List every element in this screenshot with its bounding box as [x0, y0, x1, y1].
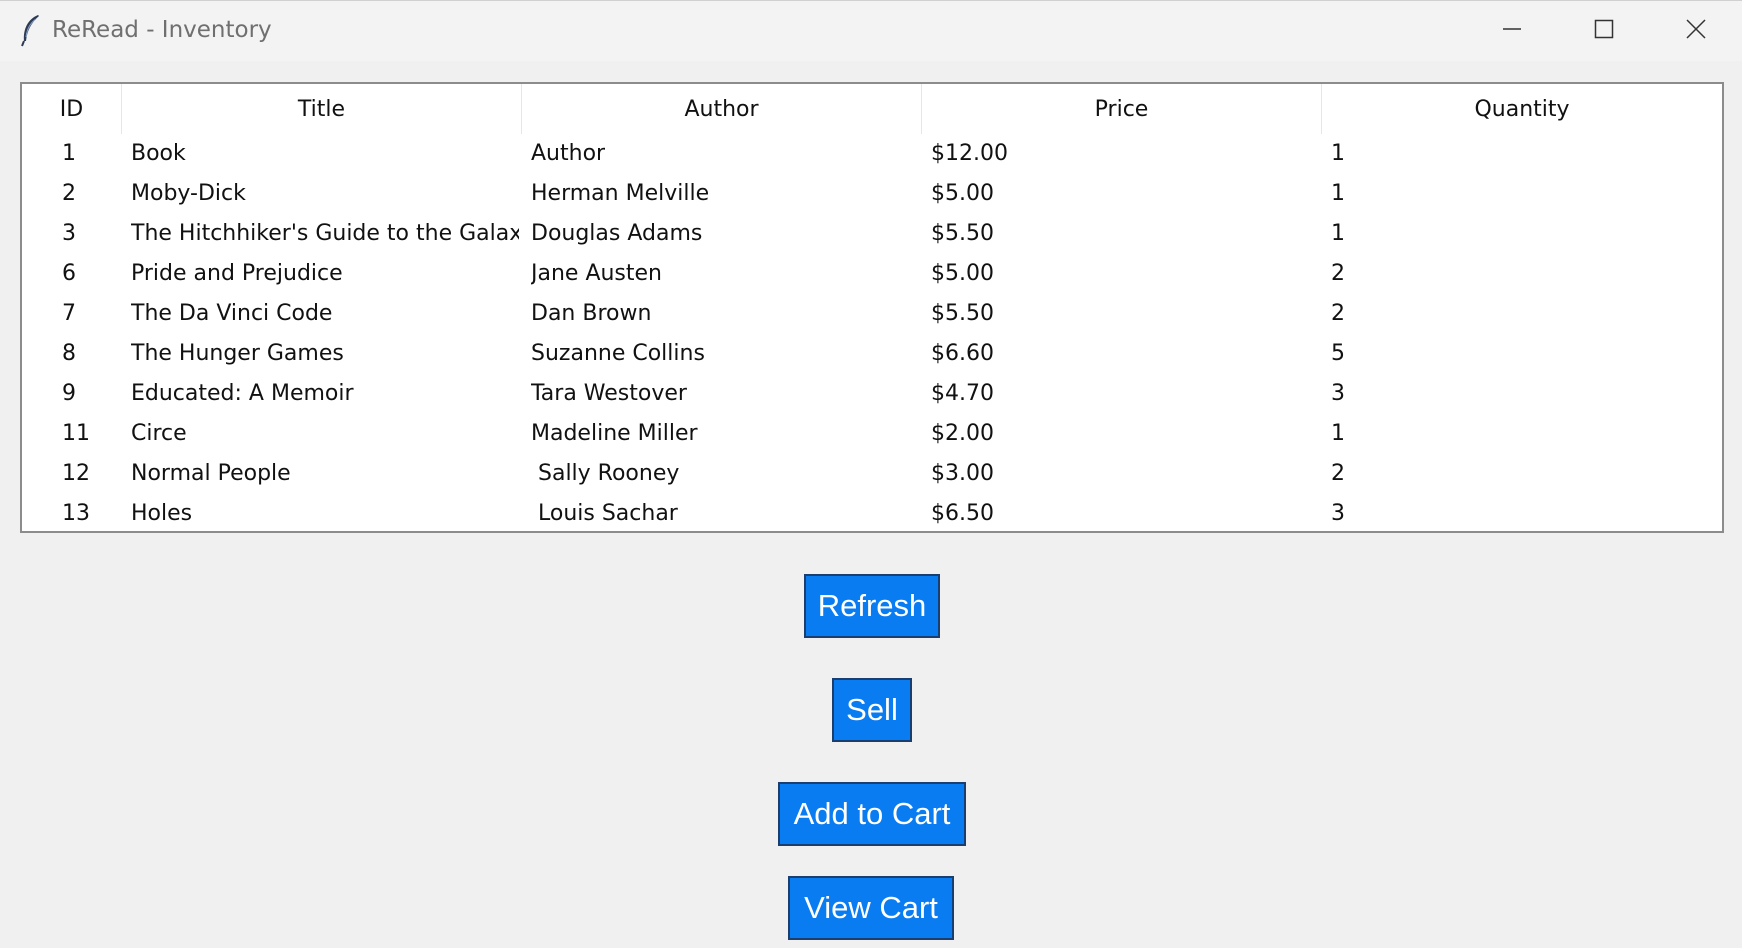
cell-quantity: 3: [1331, 381, 1345, 406]
column-header-quantity[interactable]: Quantity: [1322, 84, 1722, 134]
cell-title: The Da Vinci Code: [131, 301, 333, 326]
maximize-button[interactable]: [1558, 1, 1650, 61]
table-row[interactable]: 9 Educated: A Memoir Tara Westover $4.70…: [22, 374, 1722, 414]
cell-id: 7: [62, 301, 76, 326]
cell-quantity: 2: [1331, 461, 1345, 486]
table-row[interactable]: 3 The Hitchhiker's Guide to the Galaxy D…: [22, 214, 1722, 254]
column-header-author[interactable]: Author: [522, 84, 922, 134]
window-title: ReRead - Inventory: [52, 17, 272, 43]
cell-id: 12: [62, 461, 90, 486]
cell-title: Circe: [131, 421, 187, 446]
cell-title: Normal People: [131, 461, 291, 486]
cell-id: 3: [62, 221, 76, 246]
cell-id: 11: [62, 421, 90, 446]
cell-author: Author: [531, 141, 606, 166]
cell-quantity: 5: [1331, 341, 1345, 366]
cell-author: Tara Westover: [531, 381, 687, 406]
table-row[interactable]: 12 Normal People Sally Rooney $3.00 2: [22, 454, 1722, 494]
cell-quantity: 1: [1331, 181, 1345, 206]
cell-price: $6.50: [931, 501, 994, 526]
app-window: ReRead - Inventory ID Title Author Price…: [0, 0, 1742, 948]
cell-title: Pride and Prejudice: [131, 261, 343, 286]
cell-title: Book: [131, 141, 186, 166]
cell-author: Sally Rooney: [531, 461, 680, 486]
cell-price: $12.00: [931, 141, 1008, 166]
cell-price: $2.00: [931, 421, 994, 446]
cell-id: 13: [62, 501, 90, 526]
cell-price: $3.00: [931, 461, 994, 486]
table-row[interactable]: 2 Moby-Dick Herman Melville $5.00 1: [22, 174, 1722, 214]
cell-quantity: 2: [1331, 261, 1345, 286]
cell-title: The Hunger Games: [131, 341, 344, 366]
cell-author: Douglas Adams: [531, 221, 703, 246]
cell-quantity: 1: [1331, 421, 1345, 446]
sell-button[interactable]: Sell: [832, 678, 912, 742]
minimize-icon: [1502, 19, 1522, 43]
cell-quantity: 1: [1331, 141, 1345, 166]
cell-author: Louis Sachar: [531, 501, 678, 526]
cell-id: 1: [62, 141, 76, 166]
table-row[interactable]: 7 The Da Vinci Code Dan Brown $5.50 2: [22, 294, 1722, 334]
cell-price: $5.50: [931, 301, 994, 326]
table-row[interactable]: 8 The Hunger Games Suzanne Collins $6.60…: [22, 334, 1722, 374]
cell-author: Jane Austen: [531, 261, 663, 286]
cell-id: 8: [62, 341, 76, 366]
cell-price: $5.50: [931, 221, 994, 246]
cell-id: 2: [62, 181, 76, 206]
table-row[interactable]: 6 Pride and Prejudice Jane Austen $5.00 …: [22, 254, 1722, 294]
table-row[interactable]: 11 Circe Madeline Miller $2.00 1: [22, 414, 1722, 454]
cell-id: 9: [62, 381, 76, 406]
cell-price: $5.00: [931, 261, 994, 286]
cell-author: Madeline Miller: [531, 421, 698, 446]
cell-author: Dan Brown: [531, 301, 652, 326]
feather-icon: [18, 13, 42, 47]
close-icon: [1685, 18, 1707, 44]
cell-id: 6: [62, 261, 76, 286]
cell-quantity: 3: [1331, 501, 1345, 526]
cell-title: Educated: A Memoir: [131, 381, 354, 406]
cell-title: Holes: [131, 501, 193, 526]
table-row[interactable]: 13 Holes Louis Sachar $6.50 3: [22, 494, 1722, 531]
inventory-table[interactable]: ID Title Author Price Quantity 1 Book Au…: [20, 82, 1724, 533]
column-header-price[interactable]: Price: [922, 84, 1322, 134]
cell-quantity: 2: [1331, 301, 1345, 326]
cell-title: The Hitchhiker's Guide to the Galaxy: [131, 221, 519, 246]
add-to-cart-button[interactable]: Add to Cart: [778, 782, 966, 846]
column-header-title[interactable]: Title: [122, 84, 522, 134]
column-header-id[interactable]: ID: [22, 84, 122, 134]
cell-price: $6.60: [931, 341, 994, 366]
cell-title: Moby-Dick: [131, 181, 246, 206]
close-button[interactable]: [1650, 1, 1742, 61]
maximize-icon: [1594, 19, 1614, 43]
minimize-button[interactable]: [1466, 1, 1558, 61]
refresh-button[interactable]: Refresh: [804, 574, 940, 638]
cell-quantity: 1: [1331, 221, 1345, 246]
cell-author: Herman Melville: [531, 181, 710, 206]
title-bar[interactable]: ReRead - Inventory: [0, 1, 1742, 61]
view-cart-button[interactable]: View Cart: [788, 876, 954, 940]
cell-author: Suzanne Collins: [531, 341, 705, 366]
table-row[interactable]: 1 Book Author $12.00 1: [22, 134, 1722, 174]
cell-price: $4.70: [931, 381, 994, 406]
cell-price: $5.00: [931, 181, 994, 206]
